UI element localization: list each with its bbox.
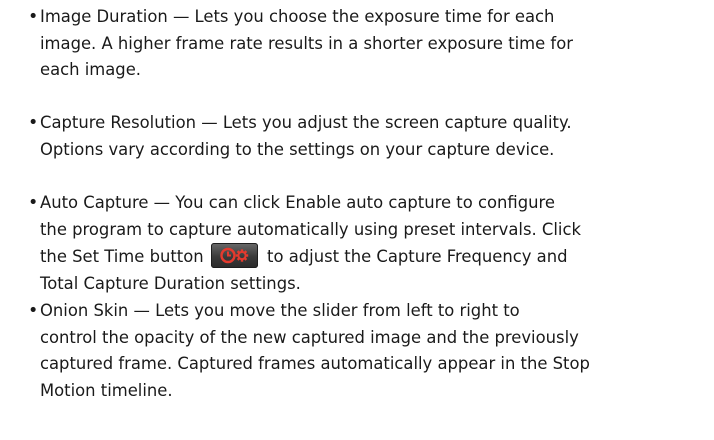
- term-set-time: Set Time: [72, 247, 145, 267]
- set-time-button-icon: [210, 243, 258, 269]
- item-paragraph: Onion Skin — Lets you move the slider fr…: [40, 298, 708, 404]
- text-run: — Lets you adjust the screen capture qua…: [196, 113, 572, 132]
- text-line: Onion Skin — Lets you move the slider fr…: [40, 298, 708, 325]
- item-paragraph: Image Duration — Lets you choose the exp…: [40, 4, 708, 84]
- text-run: and: [531, 247, 568, 267]
- term-capture-resolution: Capture Resolution: [40, 113, 197, 132]
- text-run: control the opacity of the new captured …: [40, 327, 579, 347]
- text-run: each image.: [40, 60, 142, 80]
- text-line: each image.: [40, 57, 708, 84]
- text-run: the program to capture automatically usi…: [40, 219, 581, 239]
- gear-icon: [235, 249, 249, 262]
- term-total-capture-duration: Total Capture Duration: [40, 273, 226, 293]
- text-line: captured frame. Captured frames automati…: [40, 351, 708, 378]
- text-line: Image Duration — Lets you choose the exp…: [40, 4, 708, 31]
- term-enable-auto-capture: Enable auto capture: [285, 193, 452, 212]
- item-paragraph: Auto Capture — You can click Enable auto…: [40, 190, 708, 297]
- text-run: captured frame. Captured frames automati…: [40, 354, 590, 374]
- text-line: control the opacity of the new captured …: [40, 325, 708, 352]
- text-line: Options vary according to the settings o…: [40, 137, 708, 164]
- bullet-marker: •: [28, 301, 39, 321]
- bullet-marker: •: [28, 7, 39, 27]
- text-run: image. A higher frame rate results in a …: [40, 33, 573, 53]
- help-document: • Image Duration — Lets you choose the e…: [0, 0, 714, 440]
- text-run: — You can click: [148, 193, 286, 212]
- text-run: settings.: [225, 273, 301, 293]
- text-run: — Lets you choose the exposure time for …: [167, 7, 555, 26]
- text-line: Motion timeline.: [40, 378, 708, 405]
- term-auto-capture: Auto Capture: [40, 193, 149, 212]
- text-run: button: [144, 247, 209, 267]
- text-run: the: [40, 247, 73, 267]
- text-line: Auto Capture — You can click Enable auto…: [40, 190, 708, 217]
- text-line: Total Capture Duration settings.: [40, 271, 708, 298]
- text-run: to adjust the: [261, 247, 377, 267]
- set-time-clock-gear-icon: [220, 247, 249, 264]
- term-capture-frequency: Capture Frequency: [376, 247, 532, 267]
- text-run: Options vary according to the settings o…: [40, 139, 555, 159]
- item-paragraph: Capture Resolution — Lets you adjust the…: [40, 110, 708, 163]
- bullet-marker: •: [28, 193, 39, 213]
- text-line: the program to capture automatically usi…: [40, 217, 708, 244]
- clock-icon: [220, 247, 236, 264]
- term-onion-skin: Onion Skin: [40, 301, 129, 320]
- bullet-marker: •: [28, 113, 39, 133]
- text-line: Capture Resolution — Lets you adjust the…: [40, 110, 708, 137]
- text-run: — Lets you move the slider from left to …: [128, 301, 520, 320]
- term-image-duration: Image Duration: [40, 7, 168, 26]
- text-run: to configure: [451, 193, 555, 212]
- text-run: Motion timeline.: [40, 380, 173, 400]
- text-line: image. A higher frame rate results in a …: [40, 31, 708, 58]
- text-line: the Set Time button to adjust the Captur…: [40, 243, 708, 271]
